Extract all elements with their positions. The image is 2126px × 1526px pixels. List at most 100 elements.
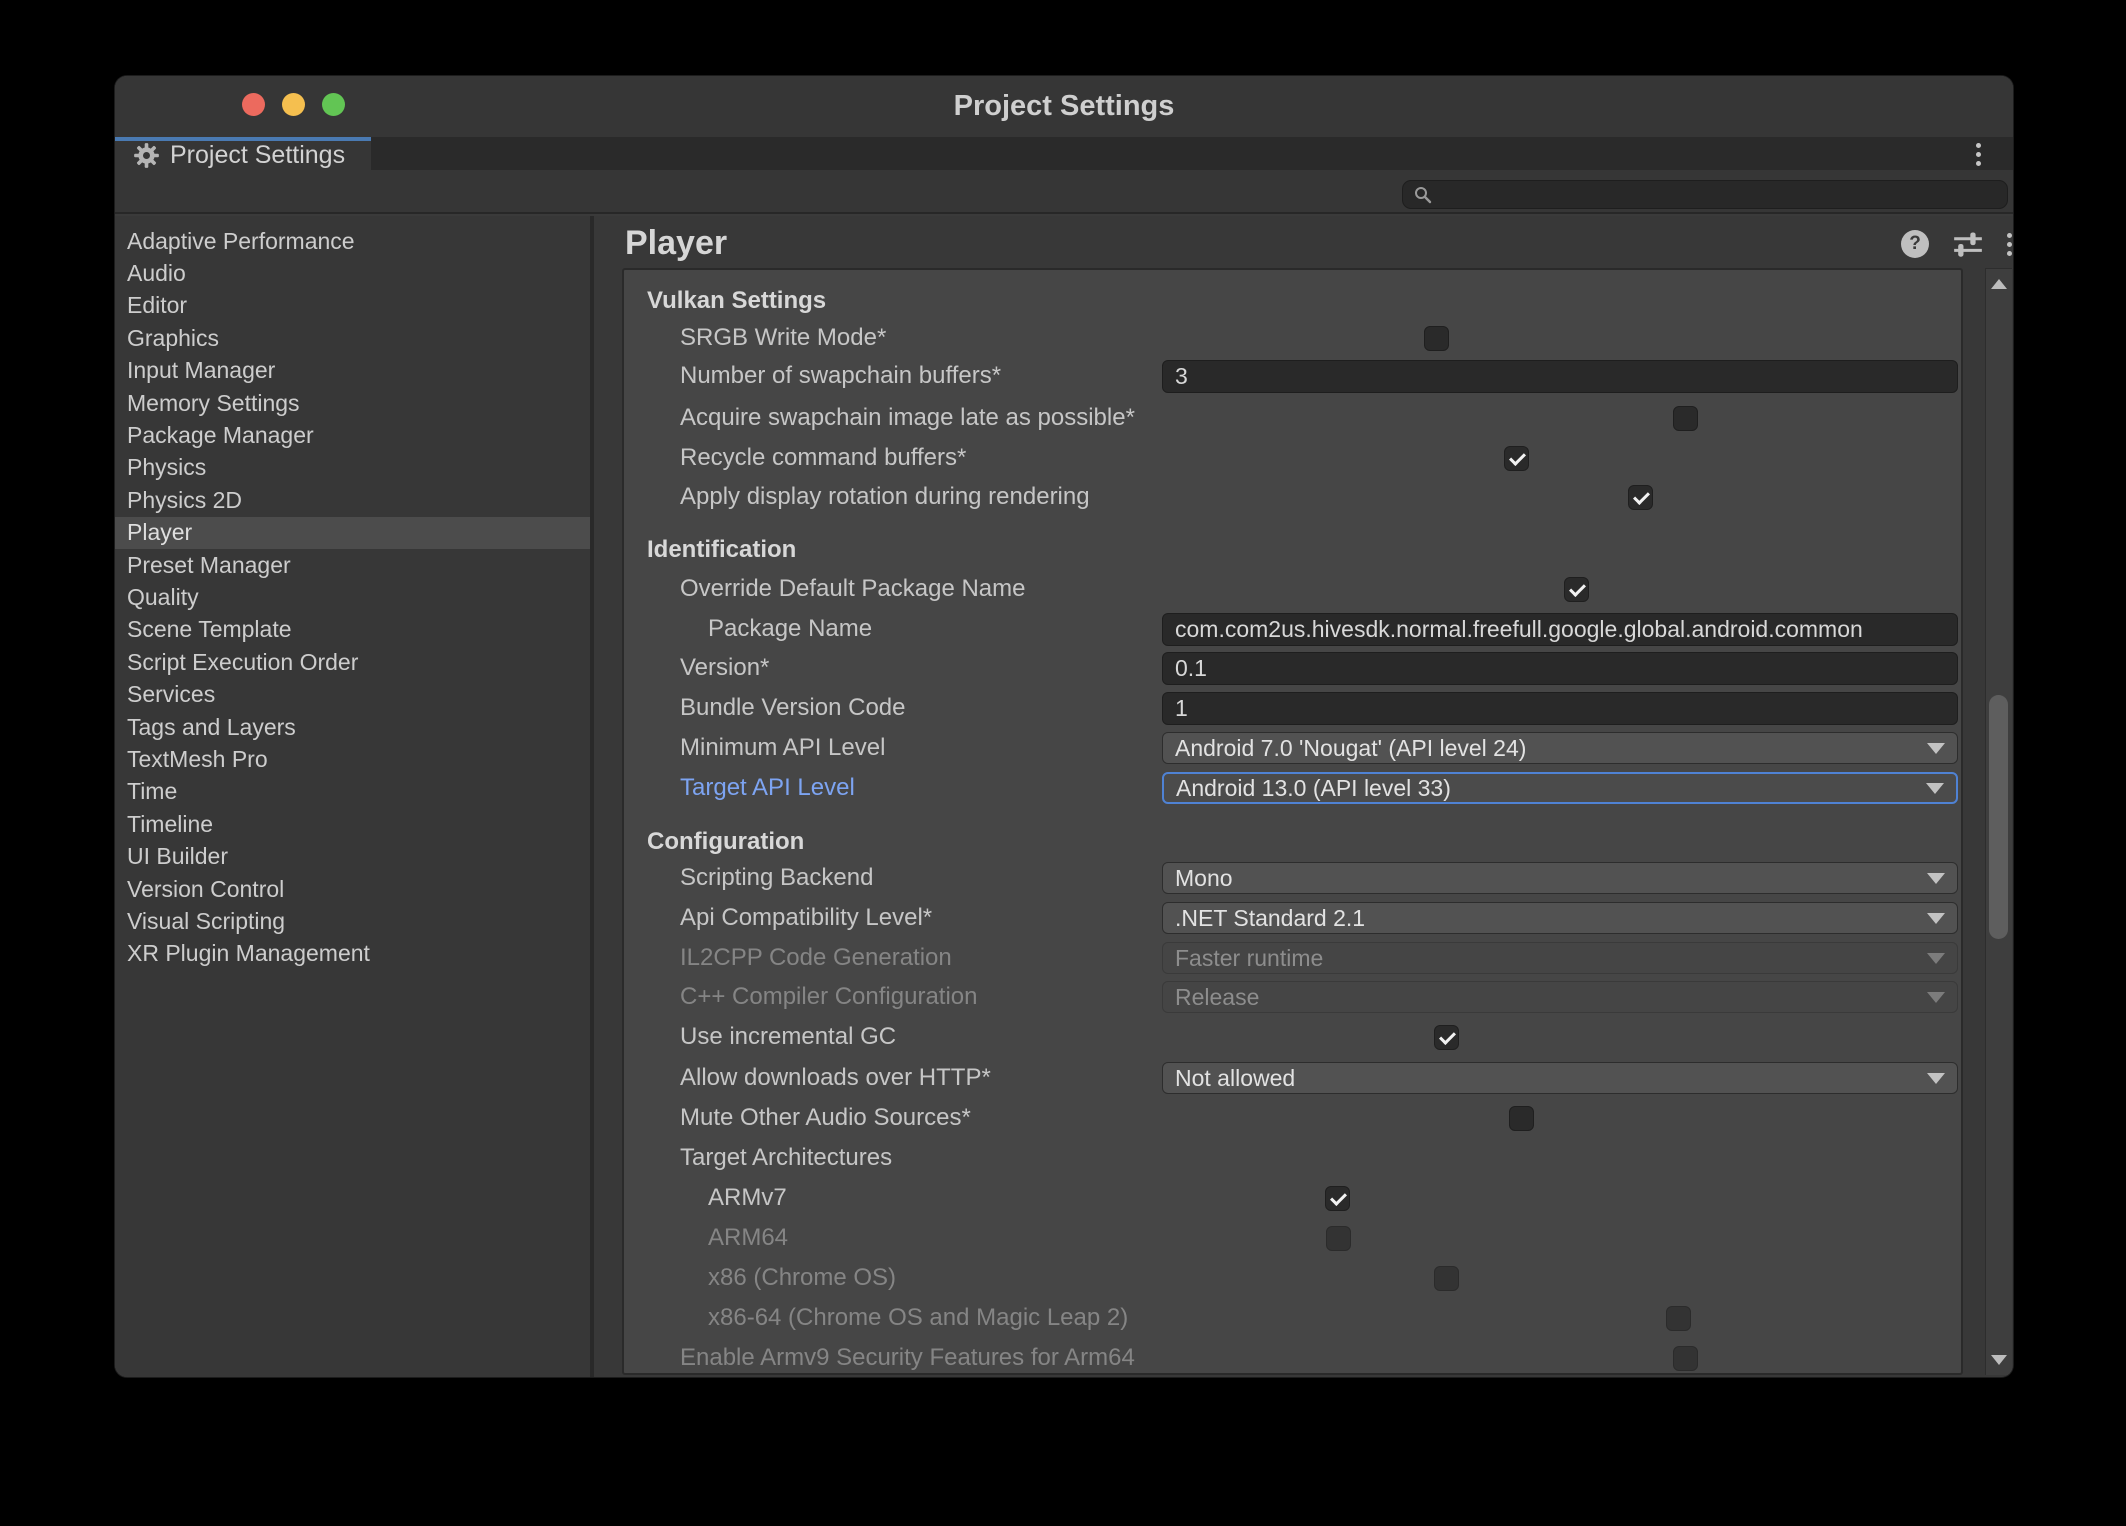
settings-row-package-name: Package Namecom.com2us.hivesdk.normal.fr… xyxy=(624,612,1951,646)
sidebar-item-label: Services xyxy=(127,681,215,708)
field-label: Package Name xyxy=(708,615,872,643)
settings-row-target-architectures: Target Architectures xyxy=(624,1141,1951,1175)
sidebar-item-physics-2d[interactable]: Physics 2D xyxy=(115,484,590,516)
window-title: Project Settings xyxy=(115,76,2013,137)
override-default-package-name-checkbox[interactable] xyxy=(1564,577,1589,602)
help-icon[interactable]: ? xyxy=(1901,230,1929,258)
field-label: Version* xyxy=(680,654,769,682)
apply-display-rotation-during-rendering-checkbox[interactable] xyxy=(1628,485,1653,510)
chevron-down-icon xyxy=(1927,1073,1945,1084)
api-compatibility-level-dropdown[interactable]: .NET Standard 2.1 xyxy=(1162,902,1958,934)
scrollbar-thumb[interactable] xyxy=(1989,695,2008,939)
mute-other-audio-sources-checkbox[interactable] xyxy=(1509,1106,1534,1131)
settings-row-x86-64-chrome-os-and-magic-leap-2: x86-64 (Chrome OS and Magic Leap 2) xyxy=(624,1301,1951,1335)
sidebar-item-preset-manager[interactable]: Preset Manager xyxy=(115,549,590,581)
field-label: Use incremental GC xyxy=(680,1023,896,1051)
sidebar-item-label: Preset Manager xyxy=(127,552,291,579)
sidebar-item-memory-settings[interactable]: Memory Settings xyxy=(115,387,590,419)
allow-downloads-over-http-dropdown[interactable]: Not allowed xyxy=(1162,1062,1958,1094)
c-compiler-configuration-dropdown: Release xyxy=(1162,981,1958,1013)
sidebar-item-audio[interactable]: Audio xyxy=(115,257,590,289)
field-label: Override Default Package Name xyxy=(680,575,1026,603)
number-of-swapchain-buffers-field[interactable]: 3 xyxy=(1162,360,1958,393)
project-settings-window: Project Settings Project Settings xyxy=(115,76,2013,1377)
field-label: x86 (Chrome OS) xyxy=(708,1264,896,1292)
settings-row-identification: Identification xyxy=(624,533,1951,567)
panel-kebab-icon[interactable] xyxy=(2007,233,2012,256)
acquire-swapchain-image-late-as-possible-checkbox[interactable] xyxy=(1673,406,1698,431)
scroll-up-arrow-icon[interactable] xyxy=(1991,279,2007,289)
minimum-api-level-dropdown[interactable]: Android 7.0 'Nougat' (API level 24) xyxy=(1162,732,1958,764)
scroll-down-arrow-icon[interactable] xyxy=(1991,1355,2007,1365)
scripting-backend-dropdown[interactable]: Mono xyxy=(1162,862,1958,894)
sidebar-item-physics[interactable]: Physics xyxy=(115,452,590,484)
use-incremental-gc-checkbox[interactable] xyxy=(1434,1025,1459,1050)
sidebar-item-input-manager[interactable]: Input Manager xyxy=(115,355,590,387)
settings-row-il2cpp-code-generation: IL2CPP Code GenerationFaster runtime xyxy=(624,941,1951,975)
tab-menu-kebab-icon[interactable] xyxy=(1965,140,1991,168)
sidebar-item-label: Package Manager xyxy=(127,422,314,449)
x86-chrome-os-checkbox xyxy=(1434,1266,1459,1291)
sidebar-item-visual-scripting[interactable]: Visual Scripting xyxy=(115,905,590,937)
sidebar-item-player[interactable]: Player xyxy=(115,517,590,549)
field-label: ARMv7 xyxy=(708,1184,787,1212)
package-name-field[interactable]: com.com2us.hivesdk.normal.freefull.googl… xyxy=(1162,613,1958,646)
chevron-down-icon xyxy=(1926,783,1944,794)
dropdown-value: Android 13.0 (API level 33) xyxy=(1176,775,1451,802)
search-icon xyxy=(1413,185,1433,205)
sidebar-item-label: UI Builder xyxy=(127,843,228,870)
settings-row-mute-other-audio-sources: Mute Other Audio Sources* xyxy=(624,1101,1951,1135)
sidebar-item-timeline[interactable]: Timeline xyxy=(115,808,590,840)
target-api-level-dropdown[interactable]: Android 13.0 (API level 33) xyxy=(1162,772,1958,804)
field-label: Acquire swapchain image late as possible… xyxy=(680,404,1135,432)
sidebar-item-graphics[interactable]: Graphics xyxy=(115,322,590,354)
field-label: C++ Compiler Configuration xyxy=(680,983,977,1011)
enable-armv9-security-features-for-arm64-checkbox xyxy=(1673,1346,1698,1371)
settings-row-enable-armv9-security-features-for-arm64: Enable Armv9 Security Features for Arm64 xyxy=(624,1341,1951,1375)
srgb-write-mode-checkbox[interactable] xyxy=(1424,326,1449,351)
section-header: Vulkan Settings xyxy=(647,287,826,315)
sidebar-item-script-execution-order[interactable]: Script Execution Order xyxy=(115,646,590,678)
tab-project-settings[interactable]: Project Settings xyxy=(115,137,371,170)
settings-row-target-api-level: Target API LevelAndroid 13.0 (API level … xyxy=(624,771,1951,805)
sidebar-item-adaptive-performance[interactable]: Adaptive Performance xyxy=(115,225,590,257)
sidebar-item-time[interactable]: Time xyxy=(115,776,590,808)
search-box[interactable] xyxy=(1402,180,2008,209)
sidebar-item-label: Player xyxy=(127,519,192,546)
dropdown-value: Not allowed xyxy=(1175,1065,1295,1092)
sidebar-item-label: XR Plugin Management xyxy=(127,940,370,967)
tab-bar: Project Settings xyxy=(115,137,2013,170)
sidebar-item-editor[interactable]: Editor xyxy=(115,290,590,322)
il2cpp-code-generation-dropdown: Faster runtime xyxy=(1162,942,1958,974)
version-field[interactable]: 0.1 xyxy=(1162,652,1958,685)
settings-sidebar: Adaptive PerformanceAudioEditor Graphics I… xyxy=(115,216,594,1377)
sidebar-item-scene-template[interactable]: Scene Template xyxy=(115,614,590,646)
sidebar-item-version-control[interactable]: Version Control xyxy=(115,873,590,905)
sidebar-item-label: TextMesh Pro xyxy=(127,746,268,773)
x86-64-chrome-os-and-magic-leap-2-checkbox xyxy=(1666,1306,1691,1331)
panel-header-icons: ? xyxy=(1901,230,2012,258)
settings-row-srgb-write-mode: SRGB Write Mode* xyxy=(624,321,1951,355)
settings-row-apply-display-rotation-during-rendering: Apply display rotation during rendering xyxy=(624,480,1951,514)
field-label: Enable Armv9 Security Features for Arm64 xyxy=(680,1344,1135,1372)
settings-row-version: Version*0.1 xyxy=(624,651,1951,685)
sidebar-item-label: Graphics xyxy=(127,325,219,352)
vertical-scrollbar[interactable] xyxy=(1985,268,2012,1375)
sidebar-item-quality[interactable]: Quality xyxy=(115,581,590,613)
settings-row-scripting-backend: Scripting BackendMono xyxy=(624,861,1951,895)
settings-row-x86-chrome-os: x86 (Chrome OS) xyxy=(624,1261,1951,1295)
sidebar-item-ui-builder[interactable]: UI Builder xyxy=(115,840,590,872)
bundle-version-code-field[interactable]: 1 xyxy=(1162,692,1958,725)
sidebar-item-tags-and-layers[interactable]: Tags and Layers xyxy=(115,711,590,743)
sidebar-item-package-manager[interactable]: Package Manager xyxy=(115,419,590,451)
field-label: Number of swapchain buffers* xyxy=(680,362,1001,390)
sidebar-item-xr-plugin-management[interactable]: XR Plugin Management xyxy=(115,938,590,970)
armv7-checkbox[interactable] xyxy=(1325,1186,1350,1211)
recycle-command-buffers-checkbox[interactable] xyxy=(1504,446,1529,471)
sidebar-item-textmesh-pro[interactable]: TextMesh Pro xyxy=(115,743,590,775)
sidebar-item-services[interactable]: Services xyxy=(115,678,590,710)
toolbar xyxy=(115,170,2013,214)
field-label: Apply display rotation during rendering xyxy=(680,483,1090,511)
presets-slider-icon[interactable] xyxy=(1953,231,1983,257)
search-input[interactable] xyxy=(1439,182,1997,207)
